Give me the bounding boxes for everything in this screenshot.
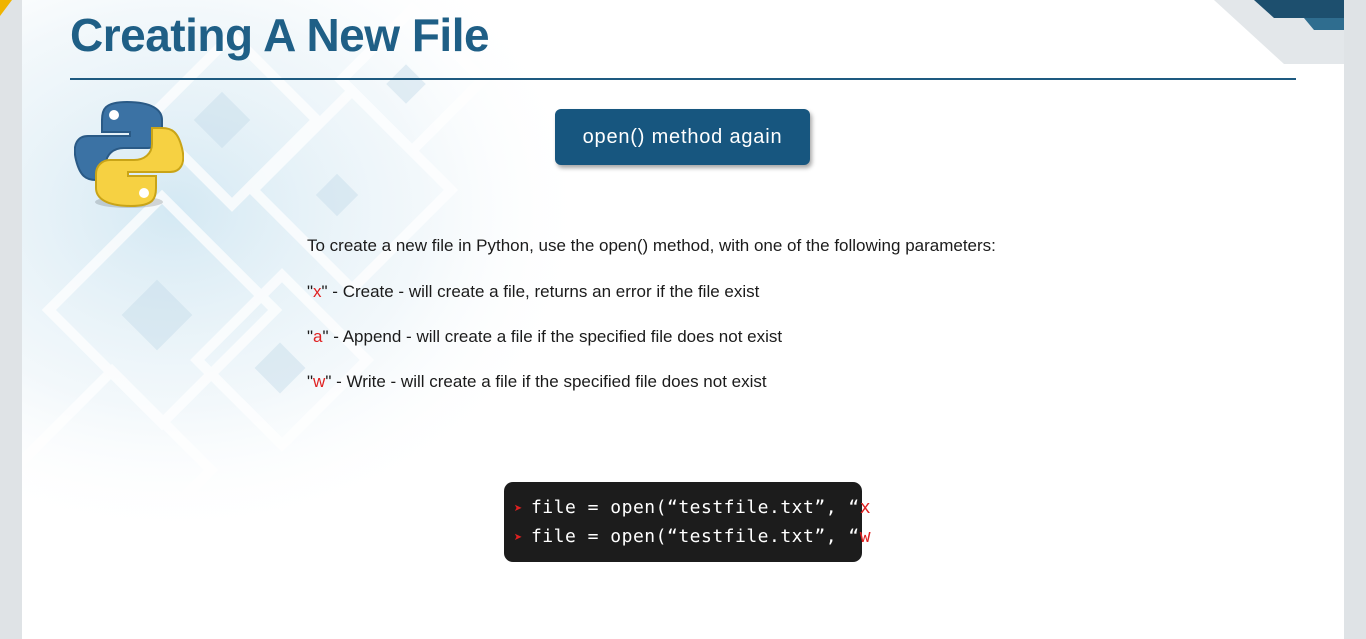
param-a-line: "a" - Append - will create a file if the… bbox=[307, 327, 782, 347]
edge-marker bbox=[0, 0, 12, 16]
param-mode-a: a bbox=[313, 327, 323, 346]
arrow-bullet-icon: ➤ bbox=[514, 530, 523, 546]
param-mode-x: x bbox=[313, 282, 322, 301]
code-line-x: ➤ file = open(“testfile.txt”, “x”) bbox=[514, 497, 894, 518]
open-method-button[interactable]: open() method again bbox=[555, 109, 810, 165]
title-divider bbox=[70, 78, 1296, 80]
code-prefix: file = open(“testfile.txt”, “ bbox=[530, 497, 860, 518]
code-suffix: ”) bbox=[871, 497, 894, 518]
corner-decoration bbox=[1214, 0, 1344, 64]
page-title: Creating A New File bbox=[70, 9, 490, 61]
code-mode-w: w bbox=[859, 526, 872, 547]
intro-text: To create a new file in Python, use the … bbox=[307, 236, 996, 255]
arrow-bullet-icon: ➤ bbox=[514, 501, 523, 517]
param-description: " - Append - will create a file if the s… bbox=[322, 327, 783, 346]
code-line-w: ➤ file = open(“testfile.txt”, “w”) bbox=[514, 526, 894, 547]
code-suffix: ”) bbox=[871, 526, 894, 547]
code-example-box: ➤ file = open(“testfile.txt”, “x”) ➤ file … bbox=[504, 482, 893, 562]
param-w-line: "w" - Write - will create a file if the … bbox=[307, 372, 767, 392]
slide: Creating A New File open() method again … bbox=[22, 0, 1344, 639]
code-prefix: file = open(“testfile.txt”, “ bbox=[530, 526, 860, 547]
code-mode-x: x bbox=[859, 497, 872, 518]
param-mode-w: w bbox=[313, 372, 326, 391]
param-description: " - Write - will create a file if the sp… bbox=[325, 372, 767, 391]
python-logo-icon bbox=[74, 100, 184, 208]
param-x-line: "x" - Create - will create a file, retur… bbox=[307, 282, 759, 302]
param-description: " - Create - will create a file, returns… bbox=[321, 282, 760, 301]
